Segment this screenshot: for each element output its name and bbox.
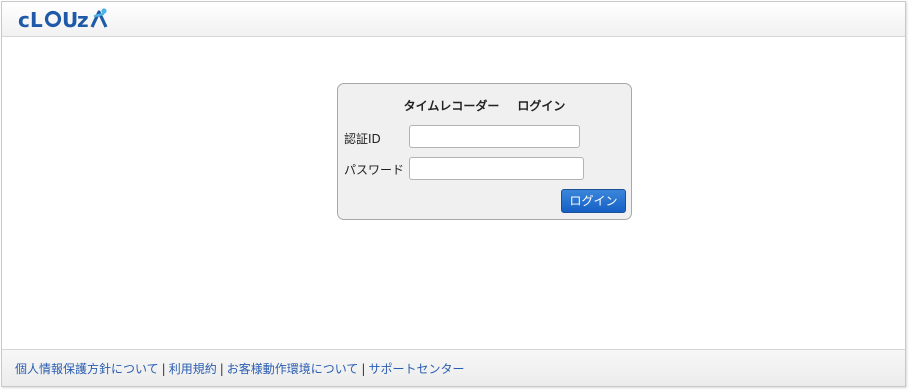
auth-id-input[interactable]: [409, 125, 580, 148]
environment-link[interactable]: お客様動作環境について: [227, 362, 359, 376]
password-input[interactable]: [409, 157, 584, 180]
clouza-logo-icon: c L U z: [18, 8, 108, 31]
svg-text:U: U: [62, 8, 78, 31]
support-center-link[interactable]: サポートセンター: [368, 362, 464, 376]
privacy-policy-link[interactable]: 個人情報保護方針について: [15, 362, 159, 376]
footer-separator: |: [361, 362, 366, 376]
footer-separator: |: [161, 362, 166, 376]
svg-text:L: L: [30, 8, 43, 31]
terms-link[interactable]: 利用規約: [169, 362, 217, 376]
clouza-logo: c L U z: [18, 7, 110, 31]
login-title-left: タイムレコーダー: [403, 99, 500, 113]
svg-text:c: c: [18, 8, 30, 31]
footer-bar: 個人情報保護方針について | 利用規約 | お客様動作環境について | サポートセンター: [2, 349, 905, 386]
footer-separator: |: [219, 362, 224, 376]
app-window: c L U z タイムレコーダー ログイン 認証ID パスワード ログイン 個人情…: [1, 1, 906, 387]
auth-id-label: 認証ID: [344, 132, 381, 146]
header-bar: c L U z: [2, 2, 905, 37]
login-button[interactable]: ログイン: [561, 189, 626, 213]
svg-text:z: z: [77, 8, 89, 31]
login-title-right: ログイン: [517, 99, 566, 113]
login-title: タイムレコーダー ログイン: [338, 97, 631, 114]
login-panel: タイムレコーダー ログイン 認証ID パスワード ログイン: [337, 83, 632, 220]
footer-links: 個人情報保護方針について | 利用規約 | お客様動作環境について | サポートセンター: [15, 360, 464, 377]
password-label: パスワード: [344, 163, 405, 177]
